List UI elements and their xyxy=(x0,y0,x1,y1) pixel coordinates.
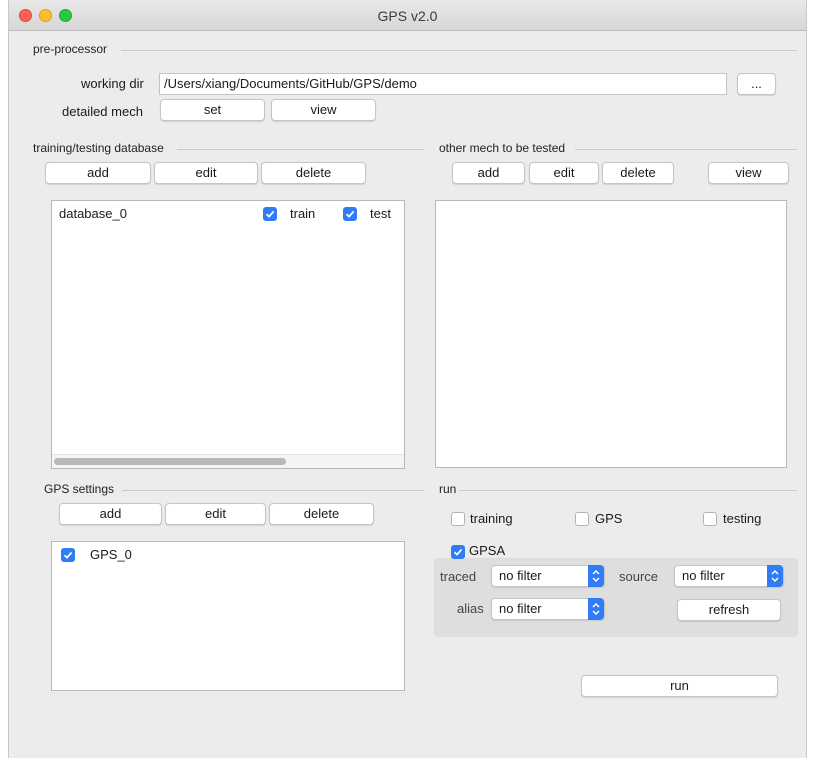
alias-label: alias xyxy=(457,601,484,616)
alias-select[interactable]: no filter xyxy=(491,598,605,620)
testing-checkbox[interactable] xyxy=(703,512,717,526)
train-checkbox[interactable] xyxy=(263,207,277,221)
source-select[interactable]: no filter xyxy=(674,565,784,587)
mech-add-button[interactable]: add xyxy=(452,162,525,184)
other-mech-group-label: other mech to be tested xyxy=(439,141,566,155)
check-icon xyxy=(265,210,275,218)
check-icon xyxy=(63,551,73,559)
gpsa-options-panel: traced no filter source no filter alias … xyxy=(434,558,798,637)
test-label: test xyxy=(370,206,391,221)
gps-settings-group-label: GPS settings xyxy=(44,482,115,496)
training-checkbox[interactable] xyxy=(451,512,465,526)
mech-edit-button[interactable]: edit xyxy=(529,162,599,184)
working-dir-label: working dir xyxy=(81,76,144,91)
training-db-group-label: training/testing database xyxy=(33,141,164,155)
gps-settings-divider xyxy=(122,490,424,491)
database-list[interactable]: database_0 train test xyxy=(51,200,405,469)
other-mech-divider xyxy=(575,149,797,150)
gps-run-label: GPS xyxy=(595,511,623,526)
db-add-button[interactable]: add xyxy=(45,162,151,184)
check-icon xyxy=(453,548,463,556)
detailed-mech-label: detailed mech xyxy=(62,104,143,119)
run-group-label: run xyxy=(439,482,457,496)
traced-value: no filter xyxy=(499,568,542,583)
gps-settings-list[interactable]: GPS_0 xyxy=(51,541,405,691)
source-label: source xyxy=(619,569,659,584)
gps-add-button[interactable]: add xyxy=(59,503,162,525)
scrollbar-thumb[interactable] xyxy=(54,458,286,465)
gps-edit-button[interactable]: edit xyxy=(165,503,266,525)
run-button[interactable]: run xyxy=(581,675,778,697)
db-delete-button[interactable]: delete xyxy=(261,162,366,184)
mech-view-button[interactable]: view xyxy=(708,162,789,184)
mech-delete-button[interactable]: delete xyxy=(602,162,674,184)
traced-label: traced xyxy=(440,569,477,584)
preprocessor-group-label: pre-processor xyxy=(33,42,108,56)
chevron-updown-icon xyxy=(588,565,604,587)
horizontal-scrollbar[interactable] xyxy=(52,454,404,468)
chevron-updown-icon xyxy=(588,598,604,620)
preprocessor-divider xyxy=(121,50,797,51)
title-bar: GPS v2.0 xyxy=(9,0,806,31)
browse-dir-button[interactable]: ... xyxy=(737,73,776,95)
chevron-updown-icon xyxy=(767,565,783,587)
gps-delete-button[interactable]: delete xyxy=(269,503,374,525)
view-mech-button[interactable]: view xyxy=(271,99,376,121)
gpsa-label: GPSA xyxy=(469,543,506,558)
list-item[interactable]: GPS_0 xyxy=(52,542,404,564)
window-title: GPS v2.0 xyxy=(377,8,438,24)
db-edit-button[interactable]: edit xyxy=(154,162,258,184)
other-mech-list[interactable] xyxy=(435,200,787,468)
gps-item-checkbox[interactable] xyxy=(61,548,75,562)
refresh-button[interactable]: refresh xyxy=(677,599,781,621)
alias-value: no filter xyxy=(499,601,542,616)
gpsa-checkbox[interactable] xyxy=(451,545,465,559)
check-icon xyxy=(345,210,355,218)
app-window: GPS v2.0 pre-processor working dir /User… xyxy=(8,0,807,758)
database-name: database_0 xyxy=(59,206,127,221)
train-label: train xyxy=(290,206,316,221)
gps-run-checkbox[interactable] xyxy=(575,512,589,526)
testing-label: testing xyxy=(723,511,762,526)
set-mech-button[interactable]: set xyxy=(160,99,265,121)
test-checkbox[interactable] xyxy=(343,207,357,221)
training-label: training xyxy=(470,511,513,526)
working-dir-field[interactable]: /Users/xiang/Documents/GitHub/GPS/demo xyxy=(159,73,727,95)
list-item[interactable]: database_0 train test xyxy=(52,201,404,223)
gps-item-name: GPS_0 xyxy=(90,547,132,562)
traced-select[interactable]: no filter xyxy=(491,565,605,587)
run-divider xyxy=(459,490,797,491)
training-db-divider xyxy=(177,149,424,150)
source-value: no filter xyxy=(682,568,725,583)
